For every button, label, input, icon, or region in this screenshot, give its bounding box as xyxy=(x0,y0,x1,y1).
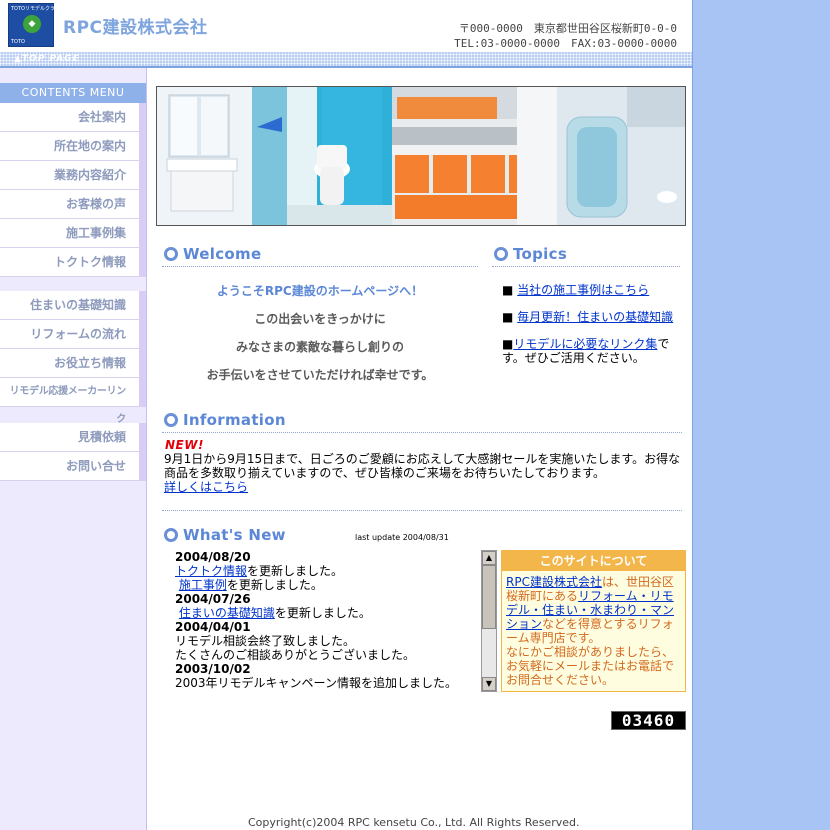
news-entry: 住まいの基礎知識を更新しました。 xyxy=(175,606,475,620)
copyright: Copyright(c)2004 RPC kensetu Co., Ltd. A… xyxy=(248,816,580,829)
scroll-up-arrow-icon[interactable]: ▲ xyxy=(482,551,496,565)
section-bullet-icon xyxy=(164,528,178,542)
menu-item-useful-info[interactable]: お役立ち情報 xyxy=(0,349,146,378)
hero-photo-banner xyxy=(156,86,686,226)
square-bullet-icon: ■ xyxy=(502,310,514,324)
news-date: 2004/07/26 xyxy=(175,592,251,606)
about-title: このサイトについて xyxy=(502,551,685,571)
header: TOTOリモデルクラブ ◆ TOTO RPC建設株式会社 〒000-0000 東… xyxy=(0,0,692,52)
topic-item: ■リモデルに必要なリンク集です。ぜひご活用ください。 xyxy=(502,337,686,365)
news-date: 2004/08/20 xyxy=(175,550,251,564)
whatsnew-header: What's New xyxy=(162,526,342,548)
welcome-header: Welcome xyxy=(162,245,478,267)
about-body: RPC建設株式会社は、世田谷区桜新町にあるリフォーム・リモデル・住まい・水まわり… xyxy=(502,571,685,691)
menu-item-deals[interactable]: トクトク情報 xyxy=(0,248,146,277)
about-this-site-box: このサイトについて RPC建設株式会社は、世田谷区桜新町にあるリフォーム・リモデ… xyxy=(501,550,686,692)
news-housing-basics-link[interactable]: 住まいの基礎知識 xyxy=(179,606,275,620)
news-case-studies-link[interactable]: 施工事例 xyxy=(179,578,227,592)
logo-bottom-text: TOTO xyxy=(11,39,25,45)
topic-housing-basics-link[interactable]: 毎月更新！住まいの基礎知識 xyxy=(517,310,673,324)
menu-item-estimate[interactable]: 見積依頼 xyxy=(0,423,146,452)
news-entry: 2003年リモデルキャンペーン情報を追加しました。 xyxy=(175,676,457,690)
square-bullet-icon: ■ xyxy=(502,337,514,351)
contents-menu-header: CONTENTS MENU xyxy=(0,83,146,103)
whatsnew-title: What's New xyxy=(183,526,286,544)
company-name: RPC建設株式会社 xyxy=(63,18,208,38)
news-entry: リモデル相談会終了致しました。 xyxy=(175,634,356,648)
news-text: を更新しました。 xyxy=(226,578,323,592)
whatsnew-scroll-box[interactable]: 2004/08/20 トクトク情報を更新しました。 施工事例を更新しました。 2… xyxy=(170,550,497,692)
menu-item-location[interactable]: 所在地の案内 xyxy=(0,132,146,161)
menu-group-3: 見積依頼 お問い合せ xyxy=(0,423,146,481)
topic-item: ■ 毎月更新！住まいの基礎知識 xyxy=(502,310,686,324)
square-bullet-icon: ■ xyxy=(502,283,514,297)
menu-item-maker-links[interactable]: リモデル応援メーカーリンク xyxy=(0,378,146,425)
scroll-thumb[interactable] xyxy=(482,565,496,629)
news-date: 2003/10/02 xyxy=(175,662,251,676)
welcome-line: みなさまの素敵な暮らし創りの xyxy=(235,340,404,354)
menu-item-contact[interactable]: お問い合せ xyxy=(0,452,146,481)
welcome-title: Welcome xyxy=(183,245,262,263)
logo-top-text: TOTOリモデルクラブ xyxy=(11,6,60,12)
topic-link-collection-link[interactable]: リモデルに必要なリンク集 xyxy=(513,337,657,351)
information-divider xyxy=(162,510,682,511)
welcome-line: ようこそRPC建設のホームページへ！ xyxy=(216,284,424,298)
access-counter: 03460 xyxy=(611,711,686,730)
menu-item-testimonials[interactable]: お客様の声 xyxy=(0,190,146,219)
section-bullet-icon xyxy=(164,413,178,427)
about-text: なにかご相談がありましたら、お気軽にメールまたはお電話でお問合せください。 xyxy=(506,645,675,687)
whatsnew-content: 2004/08/20 トクトク情報を更新しました。 施工事例を更新しました。 2… xyxy=(175,550,475,690)
menu-item-case-studies[interactable]: 施工事例集 xyxy=(0,219,146,248)
menu-item-company[interactable]: 会社案内 xyxy=(0,103,146,132)
sidebar: CONTENTS MENU 会社案内 所在地の案内 業務内容紹介 お客様の声 施… xyxy=(0,68,147,830)
section-bullet-icon xyxy=(494,247,508,261)
menu-group-2: 住まいの基礎知識 リフォームの流れ お役立ち情報 リモデル応援メーカーリンク xyxy=(0,291,146,425)
news-entry: トクトク情報を更新しました。 xyxy=(175,564,475,578)
topic-item: ■ 当社の施工事例はこちら xyxy=(502,283,686,297)
information-title: Information xyxy=(183,411,286,429)
welcome-message: ようこそRPC建設のホームページへ！ この出会いをきっかけに みなさまの素敵な暮… xyxy=(162,283,478,395)
menu-item-reform-flow[interactable]: リフォームの流れ xyxy=(0,320,146,349)
section-bullet-icon xyxy=(164,247,178,261)
contact-address: 〒000-0000 東京都世田谷区桜新町0-0-0 TEL:03-0000-00… xyxy=(454,21,677,51)
logo-mark-icon: ◆ xyxy=(23,15,41,33)
topics-header: Topics xyxy=(492,245,680,267)
news-date: 2004/04/01 xyxy=(175,620,251,634)
right-background-band xyxy=(692,0,830,830)
new-badge: NEW! xyxy=(165,438,204,452)
tel-fax-line: TEL:03-0000-0000 FAX:03-0000-0000 xyxy=(454,37,677,50)
address-line: 〒000-0000 東京都世田谷区桜新町0-0-0 xyxy=(458,22,677,35)
page: TOTOリモデルクラブ ◆ TOTO RPC建設株式会社 〒000-0000 東… xyxy=(0,0,692,830)
information-body: 9月1日から9月15日まで、日ごろのご愛顧にお応えして大感謝セールを実施いたしま… xyxy=(164,452,688,494)
last-update: last update 2004/08/31 xyxy=(355,533,449,542)
welcome-line: この出会いをきっかけに xyxy=(254,312,386,326)
vertical-scrollbar[interactable]: ▲ ▼ xyxy=(481,550,497,692)
welcome-line: お手伝いをさせていただければ幸せです。 xyxy=(206,368,434,382)
news-entry: たくさんのご相談ありがとうございました。 xyxy=(175,648,416,662)
news-entry: 施工事例を更新しました。 xyxy=(175,578,475,592)
top-page-link[interactable]: ▲TOP PAGE xyxy=(14,52,80,66)
menu-item-housing-basics[interactable]: 住まいの基礎知識 xyxy=(0,291,146,320)
news-text: を更新しました。 xyxy=(274,606,371,620)
topics-list: ■ 当社の施工事例はこちら ■ 毎月更新！住まいの基礎知識 ■リモデルに必要なリ… xyxy=(502,283,686,378)
about-company-link[interactable]: RPC建設株式会社 xyxy=(506,575,602,589)
menu-item-services[interactable]: 業務内容紹介 xyxy=(0,161,146,190)
toto-remodel-club-logo[interactable]: TOTOリモデルクラブ ◆ TOTO xyxy=(8,3,60,47)
information-text: 9月1日から9月15日まで、日ごろのご愛顧にお応えして大感謝セールを実施いたしま… xyxy=(164,452,681,480)
menu-group-1: 会社案内 所在地の案内 業務内容紹介 お客様の声 施工事例集 トクトク情報 xyxy=(0,103,146,277)
information-details-link[interactable]: 詳しくはこちら xyxy=(164,480,248,494)
scroll-down-arrow-icon[interactable]: ▼ xyxy=(482,677,496,691)
hero-illustration xyxy=(157,87,685,225)
top-page-bar: ▲TOP PAGE xyxy=(0,52,692,66)
news-text: を更新しました。 xyxy=(247,564,344,578)
information-header: Information xyxy=(162,411,682,433)
topics-title: Topics xyxy=(513,245,568,263)
news-deals-link[interactable]: トクトク情報 xyxy=(175,564,247,578)
topic-case-studies-link[interactable]: 当社の施工事例はこちら xyxy=(517,283,649,297)
